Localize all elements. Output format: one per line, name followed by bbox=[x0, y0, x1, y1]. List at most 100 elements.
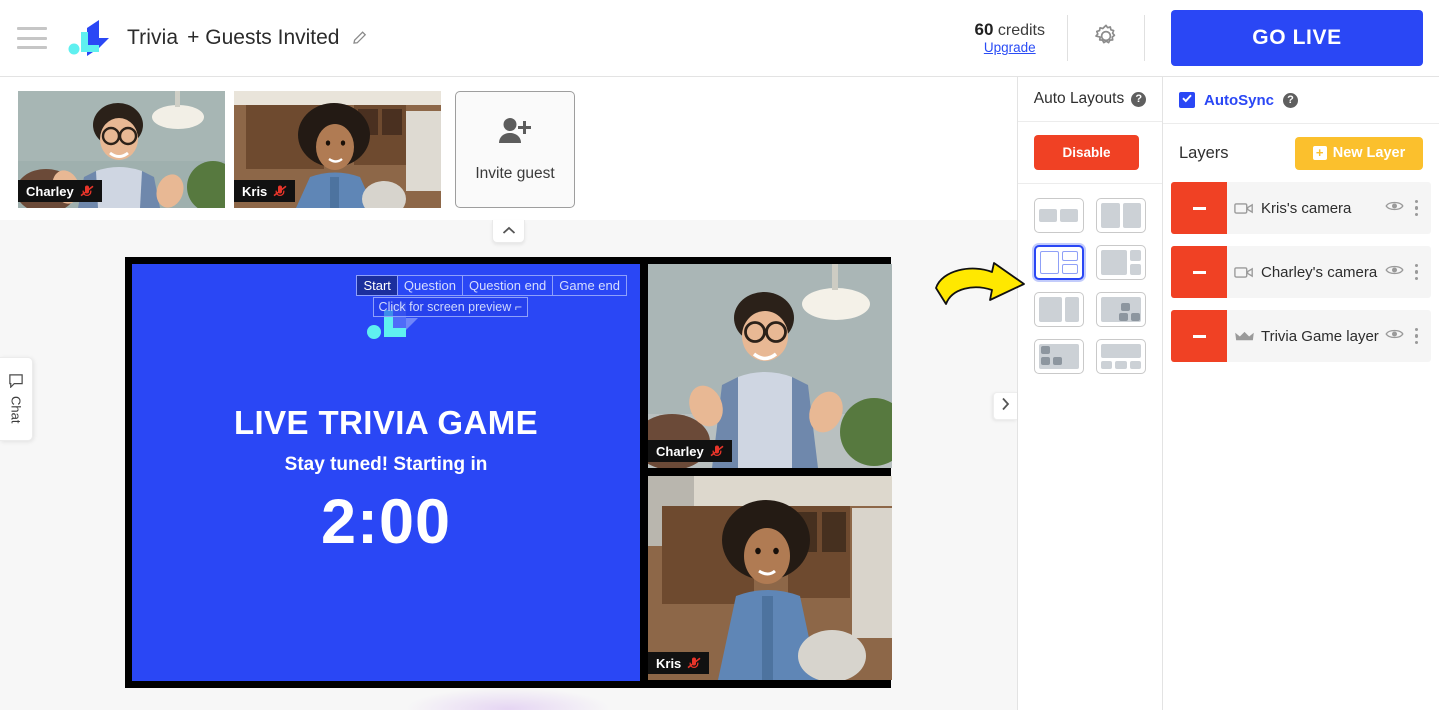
layout-option-full-with-three-top-left[interactable] bbox=[1034, 339, 1084, 374]
disable-auto-layouts-button[interactable]: Disable bbox=[1034, 135, 1139, 170]
mic-muted-icon bbox=[687, 656, 701, 670]
page-title: Trivia bbox=[127, 26, 179, 49]
eye-icon[interactable] bbox=[1384, 199, 1404, 217]
mic-muted-icon bbox=[80, 184, 94, 198]
kebab-menu-icon[interactable] bbox=[1414, 199, 1418, 217]
app-header: Trivia + Guests Invited 60 credits Upgra… bbox=[0, 0, 1439, 77]
video-name: Kris bbox=[656, 655, 682, 671]
auto-layouts-header: Auto Layouts ? bbox=[1018, 77, 1162, 122]
auto-layouts-title: Auto Layouts bbox=[1033, 90, 1125, 107]
chevron-up-icon bbox=[502, 222, 516, 240]
autosync-label: AutoSync bbox=[1204, 91, 1275, 109]
layout-option-two-small-side-by-side[interactable] bbox=[1034, 198, 1084, 233]
trivia-state-tabs: Start Question Question end Game end bbox=[356, 275, 627, 296]
video-name: Charley bbox=[656, 443, 704, 459]
eye-icon[interactable] bbox=[1384, 263, 1404, 281]
layer-name: Charley's camera bbox=[1261, 263, 1378, 281]
video-camera-icon bbox=[1227, 202, 1261, 215]
chevron-right-icon bbox=[1001, 397, 1010, 416]
canvas-video-charley[interactable]: Charley bbox=[648, 264, 892, 468]
invite-guest-button[interactable]: Invite guest bbox=[455, 91, 575, 208]
project-title-group: Trivia + Guests Invited bbox=[127, 26, 369, 50]
chat-bubble-icon bbox=[8, 374, 24, 393]
remove-layer-button[interactable] bbox=[1171, 310, 1227, 362]
stage-area: Chat Start Question Question end Game en… bbox=[0, 220, 1017, 710]
canvas-glow-decoration bbox=[408, 688, 608, 710]
layer-actions bbox=[1384, 199, 1432, 217]
eye-icon[interactable] bbox=[1384, 327, 1404, 345]
gear-icon bbox=[1093, 23, 1119, 54]
question-mark-icon[interactable]: ? bbox=[1283, 92, 1299, 108]
trivia-countdown-timer: 2:00 bbox=[320, 487, 452, 557]
tab-start[interactable]: Start bbox=[357, 276, 398, 295]
remove-layer-button[interactable] bbox=[1171, 182, 1227, 234]
header-right-group: 60 credits Upgrade GO LIVE bbox=[953, 0, 1439, 76]
kebab-menu-icon[interactable] bbox=[1414, 263, 1418, 281]
go-live-button[interactable]: GO LIVE bbox=[1171, 10, 1423, 66]
credits-line: 60 credits bbox=[975, 20, 1046, 40]
layout-option-left-large-right-two-stacked[interactable] bbox=[1034, 245, 1084, 280]
guest-name: Charley bbox=[26, 183, 74, 199]
video-name-chip: Charley bbox=[648, 440, 732, 462]
plus-icon: + bbox=[1312, 146, 1327, 160]
settings-button[interactable] bbox=[1068, 15, 1145, 61]
table-row[interactable]: Trivia Game layer bbox=[1171, 310, 1431, 362]
trivia-title: LIVE TRIVIA GAME bbox=[233, 404, 539, 441]
app-root: Trivia + Guests Invited 60 credits Upgra… bbox=[0, 0, 1439, 710]
tab-game-end[interactable]: Game end bbox=[553, 276, 626, 295]
project-subtitle: + Guests Invited bbox=[187, 26, 340, 49]
hamburger-icon[interactable] bbox=[17, 27, 47, 49]
tab-question-end[interactable]: Question end bbox=[463, 276, 554, 295]
layout-option-wide-left-narrow-right[interactable] bbox=[1034, 292, 1084, 327]
trivia-game-layer[interactable]: Start Question Question end Game end Cli… bbox=[132, 264, 640, 681]
layers-panel: AutoSync ? Layers + New Layer Kris's cam… bbox=[1163, 77, 1439, 710]
layers-header: Layers + New Layer bbox=[1163, 124, 1439, 182]
new-layer-label: New Layer bbox=[1332, 145, 1406, 161]
autosync-checkbox[interactable] bbox=[1179, 92, 1195, 108]
mic-muted-icon bbox=[273, 184, 287, 198]
canvas-inner: Start Question Question end Game end Cli… bbox=[132, 264, 892, 681]
credits-value: 60 bbox=[974, 20, 994, 39]
layer-actions bbox=[1384, 327, 1432, 345]
credits-label: credits bbox=[997, 22, 1045, 39]
screen-preview-hint[interactable]: Click for screen preview ⌐ bbox=[372, 297, 528, 317]
broadcast-canvas[interactable]: Start Question Question end Game end Cli… bbox=[125, 257, 892, 688]
guest-name-chip: Charley bbox=[18, 180, 102, 202]
disable-button-wrap: Disable bbox=[1018, 122, 1162, 184]
guest-name: Kris bbox=[242, 183, 268, 199]
chat-tab-button[interactable]: Chat bbox=[0, 357, 33, 441]
upgrade-link[interactable]: Upgrade bbox=[975, 40, 1046, 56]
remove-layer-button[interactable] bbox=[1171, 246, 1227, 298]
layout-options-grid bbox=[1018, 184, 1162, 388]
person-add-icon bbox=[497, 116, 533, 151]
layout-option-full-with-two-bottom-right[interactable] bbox=[1096, 292, 1146, 327]
auto-layouts-panel: Auto Layouts ? Disable bbox=[1017, 77, 1163, 710]
autosync-row: AutoSync ? bbox=[1163, 77, 1439, 124]
guest-strip: Charley Kris Invite guest bbox=[0, 77, 1017, 220]
trivia-subtitle: Stay tuned! Starting in bbox=[284, 454, 488, 475]
tab-question[interactable]: Question bbox=[398, 276, 463, 295]
video-camera-icon bbox=[1227, 266, 1261, 279]
checkmark-icon bbox=[1181, 91, 1193, 109]
canvas-video-kris[interactable]: Kris bbox=[648, 476, 892, 680]
expand-panel-button[interactable] bbox=[993, 392, 1017, 420]
layer-name: Kris's camera bbox=[1261, 199, 1352, 217]
layer-name: Trivia Game layer bbox=[1261, 327, 1379, 345]
invite-guest-label: Invite guest bbox=[475, 165, 555, 182]
kebab-menu-icon[interactable] bbox=[1414, 327, 1418, 345]
chat-tab-label: Chat bbox=[8, 396, 24, 424]
layout-option-full-with-three-bottom-row[interactable] bbox=[1096, 339, 1146, 374]
new-layer-button[interactable]: + New Layer bbox=[1295, 136, 1423, 170]
question-mark-icon[interactable]: ? bbox=[1131, 91, 1147, 107]
table-row[interactable]: Charley's camera bbox=[1171, 246, 1431, 298]
video-name-chip: Kris bbox=[648, 652, 710, 674]
layout-option-large-left-two-small-right[interactable] bbox=[1096, 245, 1146, 280]
pencil-icon[interactable] bbox=[351, 29, 369, 47]
guest-name-chip: Kris bbox=[234, 180, 296, 202]
collapse-guest-strip-button[interactable] bbox=[492, 220, 525, 243]
guest-thumbnail-charley[interactable]: Charley bbox=[18, 91, 225, 208]
layout-option-two-equal-columns[interactable] bbox=[1096, 198, 1146, 233]
table-row[interactable]: Kris's camera bbox=[1171, 182, 1431, 234]
guest-thumbnail-kris[interactable]: Kris bbox=[234, 91, 441, 208]
crown-icon bbox=[1227, 330, 1261, 343]
